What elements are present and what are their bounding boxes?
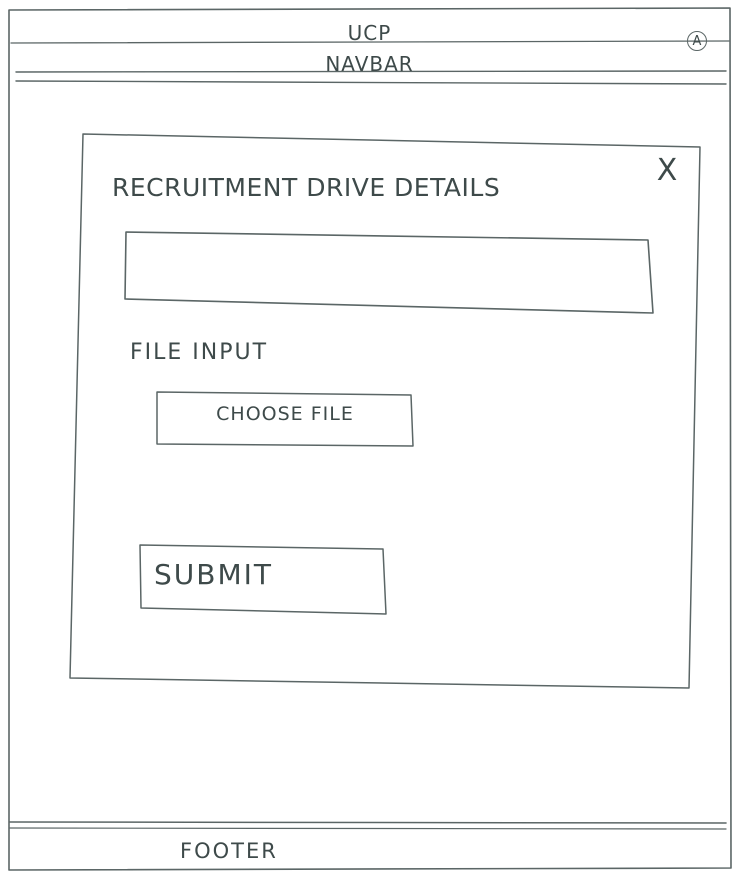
submit-button[interactable]: SUBMIT (140, 546, 386, 614)
file-input-label: FILE INPUT (130, 340, 269, 365)
close-icon[interactable]: X (652, 156, 682, 186)
avatar[interactable]: A (687, 31, 707, 51)
choose-file-button[interactable]: CHOOSE FILE (156, 392, 414, 446)
modal-title: RECRUITMENT DRIVE DETAILS (112, 173, 501, 202)
app-title: UCP (347, 21, 392, 45)
recruitment-drive-details-input[interactable] (124, 236, 654, 310)
navbar[interactable]: NAVBAR (0, 52, 739, 76)
footer: FOOTER (180, 839, 278, 863)
